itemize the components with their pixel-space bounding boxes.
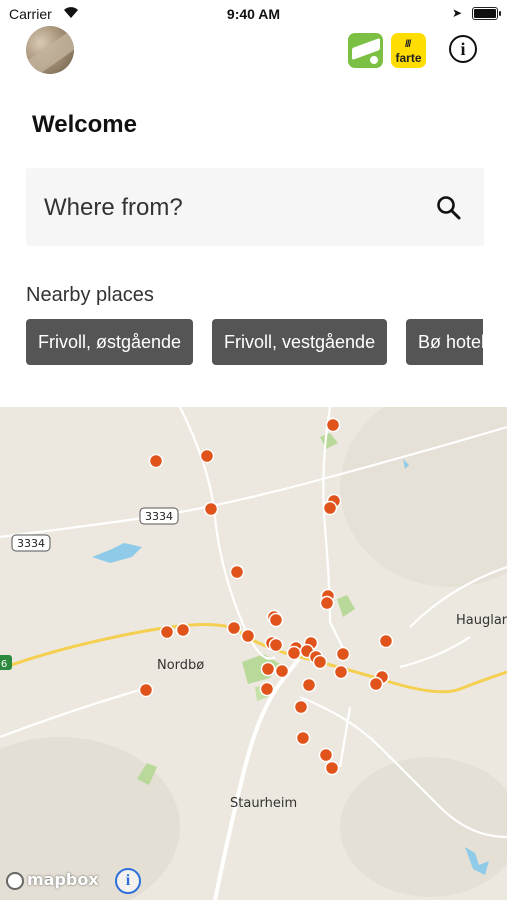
stop-marker[interactable] bbox=[199, 448, 215, 464]
nearby-place-chip[interactable]: Frivoll, vestgående bbox=[212, 319, 388, 365]
stop-marker[interactable] bbox=[260, 661, 276, 677]
stop-marker[interactable] bbox=[322, 500, 338, 516]
stop-marker[interactable] bbox=[259, 681, 275, 697]
road-shield-3334: 3334 bbox=[17, 537, 45, 550]
stop-marker[interactable] bbox=[286, 645, 302, 661]
stop-marker[interactable] bbox=[333, 664, 349, 680]
stop-marker[interactable] bbox=[229, 564, 245, 580]
info-icon[interactable]: i bbox=[449, 35, 477, 63]
avatar[interactable] bbox=[26, 26, 74, 74]
stop-marker[interactable] bbox=[312, 654, 328, 670]
stop-marker[interactable] bbox=[324, 760, 340, 776]
stop-marker[interactable] bbox=[175, 622, 191, 638]
battery-icon bbox=[472, 7, 501, 20]
attribution-info-icon[interactable]: i bbox=[115, 868, 141, 894]
stop-marker[interactable] bbox=[368, 676, 384, 692]
nearby-place-chip[interactable]: Frivoll, østgående bbox=[26, 319, 194, 365]
stop-marker[interactable] bbox=[335, 646, 351, 662]
farte-app-icon[interactable]: /// farte bbox=[391, 33, 426, 68]
stop-marker[interactable] bbox=[159, 624, 175, 640]
stop-marker[interactable] bbox=[268, 612, 284, 628]
road-shield-3334: 3334 bbox=[145, 510, 173, 523]
stop-marker[interactable] bbox=[274, 663, 290, 679]
stop-marker[interactable] bbox=[319, 595, 335, 611]
stop-marker[interactable] bbox=[226, 620, 242, 636]
stop-marker[interactable] bbox=[301, 677, 317, 693]
map-label-staurheim: Staurheim bbox=[230, 796, 297, 811]
status-bar: Carrier 9:40 AM ➤ bbox=[0, 0, 507, 28]
stop-marker[interactable] bbox=[295, 730, 311, 746]
mapbox-logo[interactable]: mapbox bbox=[6, 870, 99, 894]
stop-marker[interactable] bbox=[293, 699, 309, 715]
map-canvas: Nordbø Staurheim Hauglar 3334 3334 6 bbox=[0, 407, 507, 900]
stop-marker[interactable] bbox=[203, 501, 219, 517]
green-app-icon[interactable] bbox=[348, 33, 383, 68]
location-arrow-icon: ➤ bbox=[452, 6, 463, 20]
stop-marker[interactable] bbox=[240, 628, 256, 644]
status-time: 9:40 AM bbox=[226, 6, 281, 22]
map-label-hauglar: Hauglar bbox=[456, 613, 507, 628]
stop-marker[interactable] bbox=[318, 747, 334, 763]
stop-marker[interactable] bbox=[138, 682, 154, 698]
map-view[interactable]: Nordbø Staurheim Hauglar 3334 3334 6 map… bbox=[0, 407, 507, 900]
nearby-title: Nearby places bbox=[26, 284, 154, 306]
search-placeholder: Where from? bbox=[44, 194, 183, 221]
stop-marker[interactable] bbox=[268, 637, 284, 653]
road-shield-6: 6 bbox=[1, 659, 7, 670]
nearby-places-list: Frivoll, østgående Frivoll, vestgående B… bbox=[26, 319, 483, 365]
search-icon[interactable] bbox=[436, 195, 462, 221]
stop-marker[interactable] bbox=[325, 417, 341, 433]
search-input[interactable]: Where from? bbox=[26, 168, 484, 246]
nearby-place-chip[interactable]: Bø hotel bbox=[406, 319, 483, 365]
map-label-nordbo: Nordbø bbox=[157, 658, 204, 673]
page-title: Welcome bbox=[32, 111, 137, 138]
stop-marker[interactable] bbox=[378, 633, 394, 649]
stop-marker[interactable] bbox=[148, 453, 164, 469]
